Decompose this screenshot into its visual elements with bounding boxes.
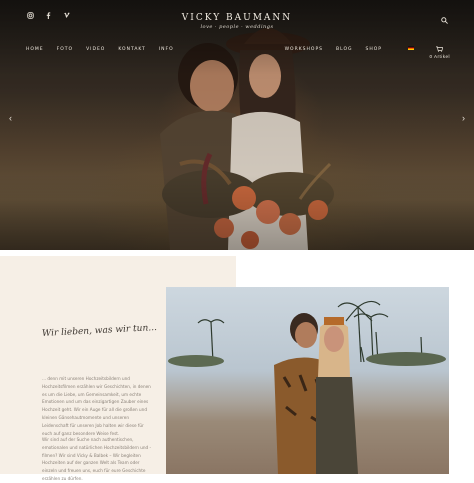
intro-paragraph-1: ... denn mit unseren Hochzeitsbildern un… <box>42 376 151 436</box>
site-logo[interactable]: VICKY BAUMANN love · people · weddings <box>0 13 474 30</box>
cart-label: 0 Artikel <box>429 54 450 59</box>
slider-next-button[interactable]: › <box>462 113 465 123</box>
search-button[interactable] <box>441 11 448 29</box>
cart-button[interactable]: 0 Artikel <box>429 46 450 59</box>
main-nav-right: WORKSHOPS BLOG SHOP <box>285 47 382 52</box>
nav-item-video[interactable]: VIDEO <box>86 47 105 52</box>
couple-photo <box>166 287 449 474</box>
intro-paragraph-2: Wir sind auf der Suche nach authentische… <box>42 437 151 481</box>
nav-item-workshops[interactable]: WORKSHOPS <box>285 47 323 52</box>
nav-item-kontakt[interactable]: KONTAKT <box>118 47 145 52</box>
cart-icon <box>429 46 450 54</box>
main-nav-left: HOME FOTO VIDEO KONTAKT INFO <box>26 47 174 52</box>
language-flag-icon[interactable] <box>408 46 414 50</box>
logo-name: VICKY BAUMANN <box>181 13 293 23</box>
search-icon <box>441 17 448 24</box>
nav-item-foto[interactable]: FOTO <box>57 47 73 52</box>
hero-overlay <box>0 0 474 250</box>
nav-item-shop[interactable]: SHOP <box>366 47 383 52</box>
hero-slider: VICKY BAUMANN love · people · weddings H… <box>0 0 474 250</box>
palm-landscape <box>168 300 446 474</box>
logo-tagline: love · people · weddings <box>200 24 274 30</box>
chevron-right-icon: › <box>462 113 465 123</box>
nav-item-home[interactable]: HOME <box>26 47 44 52</box>
nav-item-blog[interactable]: BLOG <box>336 47 352 52</box>
chevron-left-icon: ‹ <box>9 113 12 123</box>
slider-prev-button[interactable]: ‹ <box>9 113 12 123</box>
nav-item-info[interactable]: INFO <box>159 47 174 52</box>
